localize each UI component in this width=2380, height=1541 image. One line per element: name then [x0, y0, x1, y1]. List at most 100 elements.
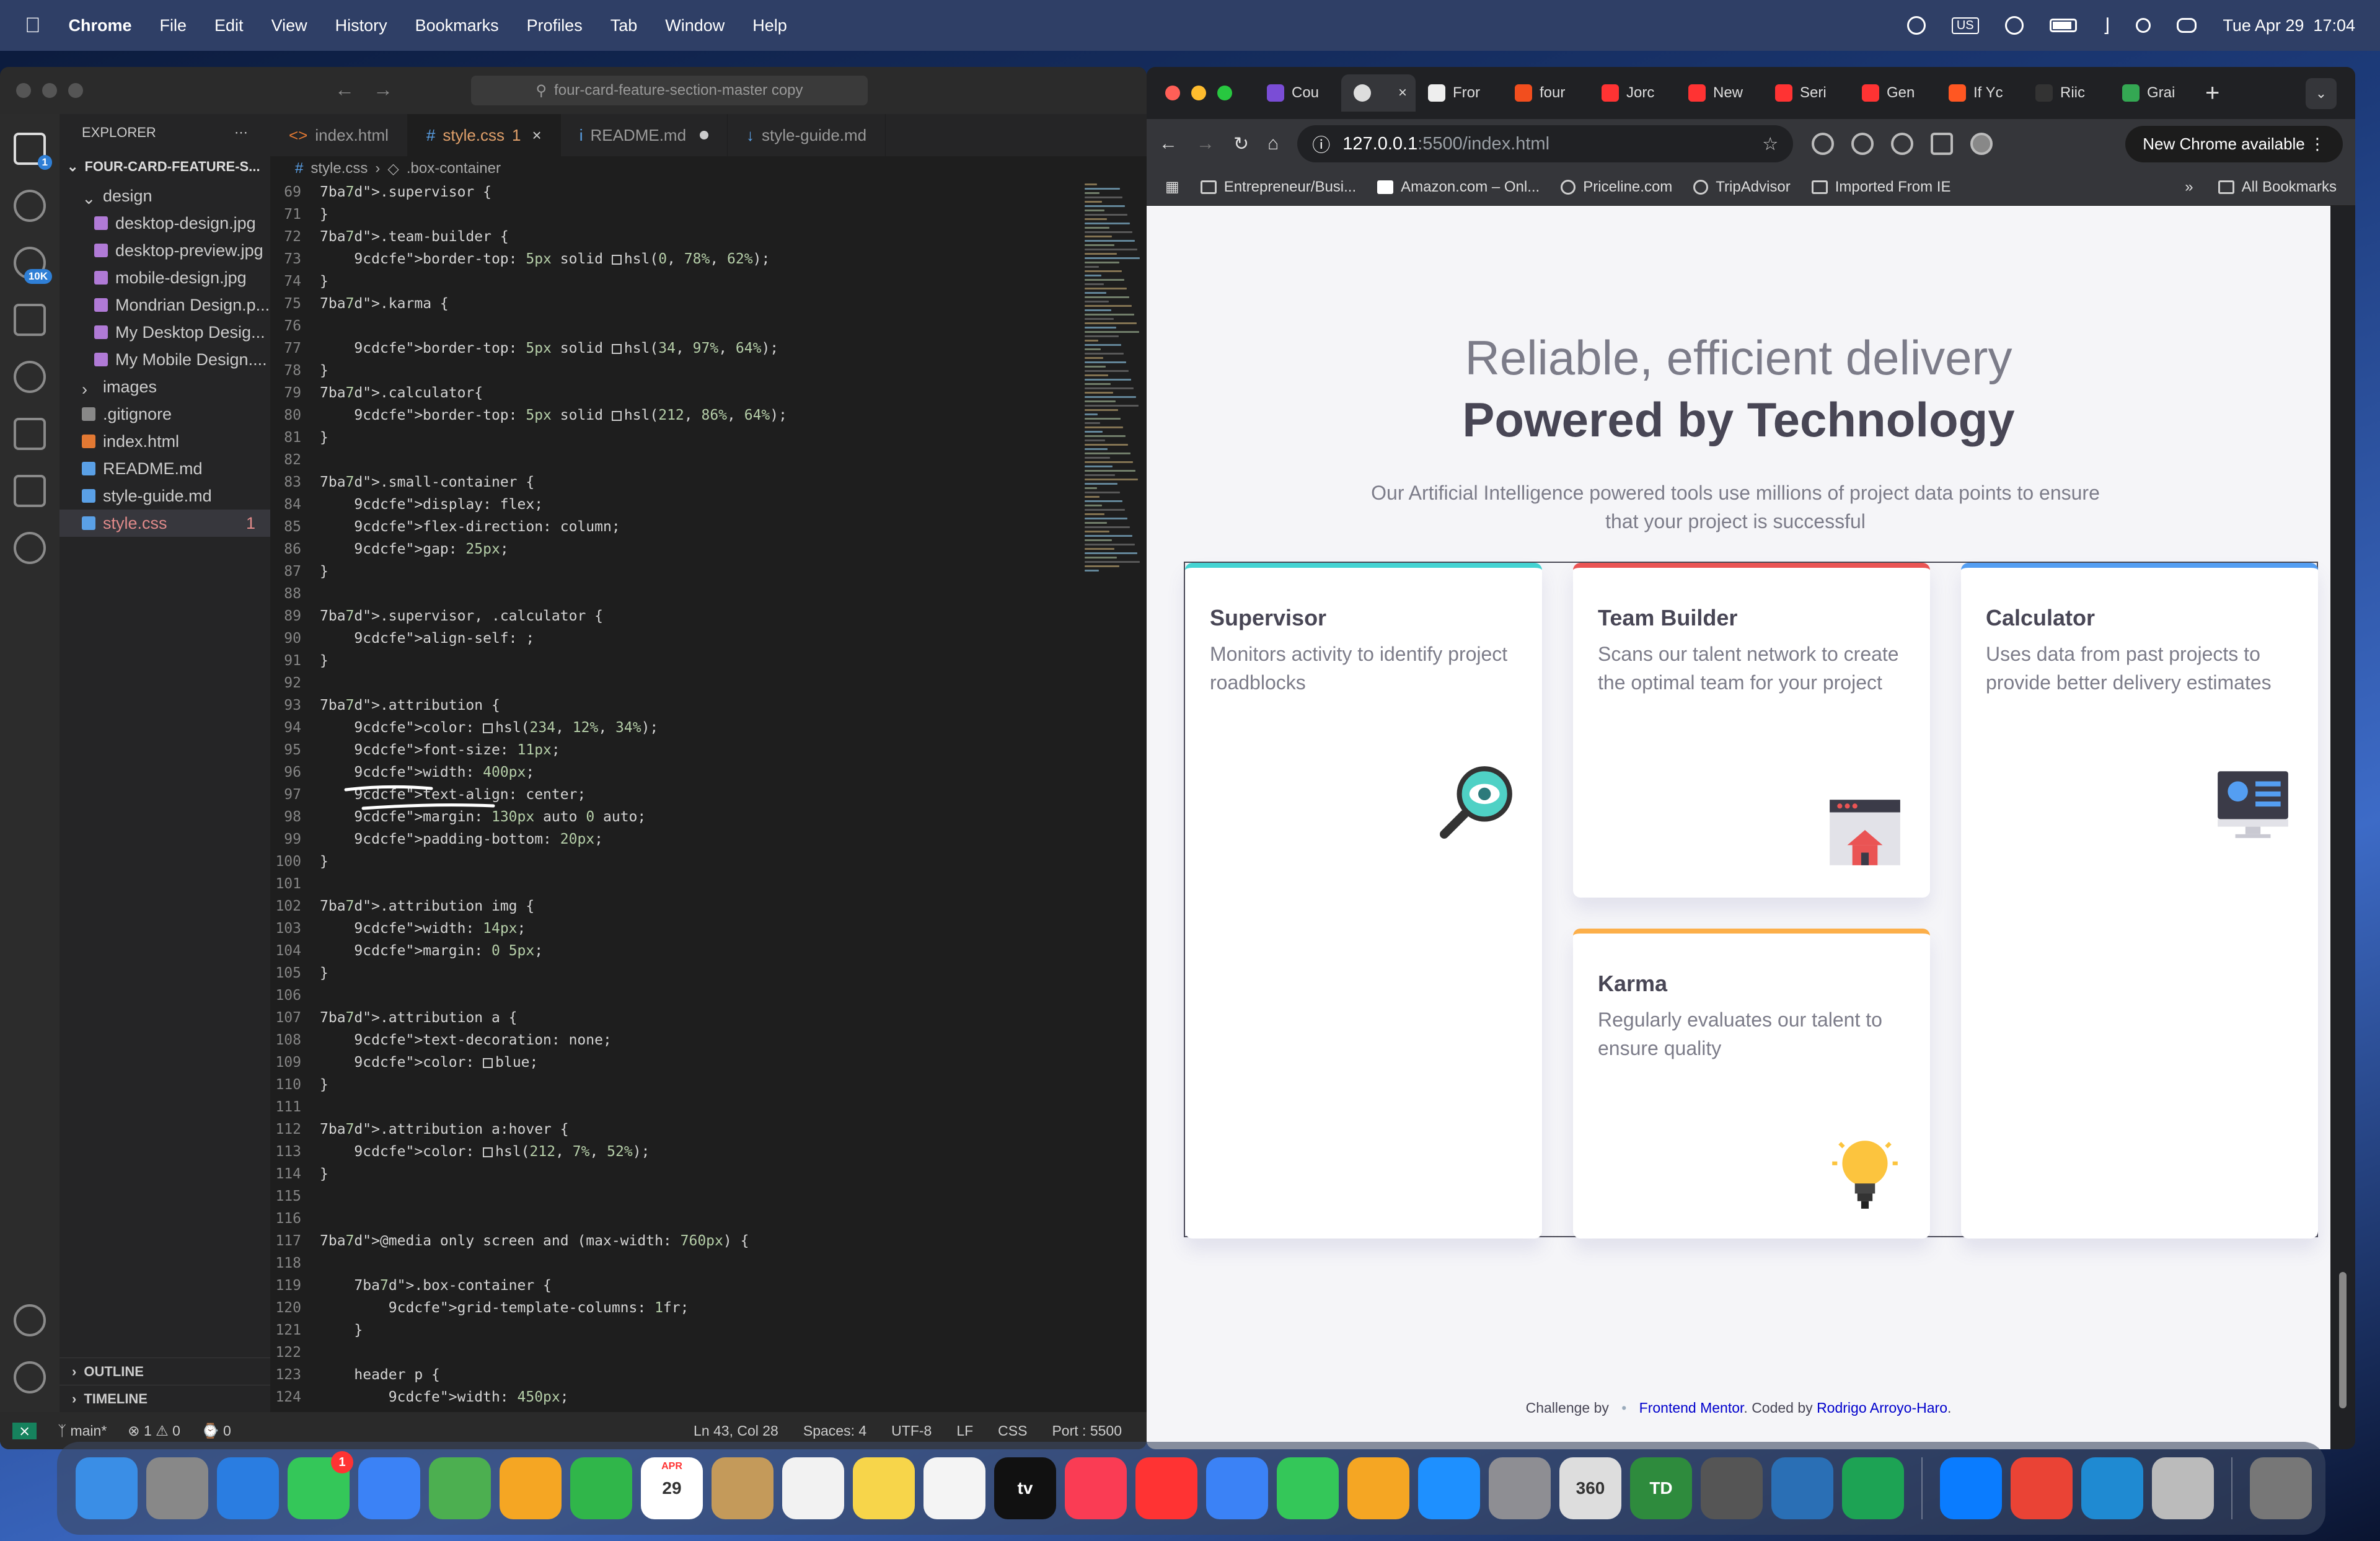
browser-tab[interactable]: Seri — [1763, 74, 1849, 112]
minimap[interactable] — [1085, 181, 1147, 652]
tree-item[interactable]: My Mobile Design.... — [60, 346, 270, 373]
cursor-position[interactable]: Ln 43, Col 28 — [694, 1423, 778, 1439]
remote-explorer-icon[interactable] — [14, 418, 46, 450]
browser-tab[interactable]: four — [1502, 74, 1589, 112]
browser-tab[interactable]: Fror — [1416, 74, 1502, 112]
search-icon[interactable] — [2136, 18, 2151, 33]
browser-tab[interactable]: × — [1341, 74, 1416, 112]
notes-app[interactable] — [853, 1457, 915, 1519]
profile-avatar[interactable] — [1970, 133, 1993, 155]
mail-app[interactable] — [358, 1457, 420, 1519]
apple-icon[interactable]:  — [25, 14, 41, 38]
menu-help[interactable]: Help — [752, 16, 787, 35]
puzzle-icon[interactable] — [1931, 133, 1954, 155]
tree-item[interactable]: style-guide.md — [60, 482, 270, 510]
new-tab-button[interactable]: + — [2205, 79, 2219, 107]
menu-view[interactable]: View — [271, 16, 307, 35]
tree-item[interactable]: ⌄ design — [60, 182, 270, 210]
tree-item[interactable]: desktop-preview.jpg — [60, 237, 270, 264]
tree-item[interactable]: › images — [60, 373, 270, 400]
apps-grid-icon[interactable]: ▦ — [1165, 178, 1179, 196]
home-icon[interactable]: ⌂ — [1267, 133, 1279, 154]
frontend-mentor-link[interactable]: Frontend Mentor — [1639, 1400, 1744, 1416]
bookmark-item[interactable]: Imported From IE — [1811, 179, 1950, 196]
explorer-icon[interactable]: 1 — [14, 133, 52, 170]
browser-tab[interactable]: Gen — [1849, 74, 1936, 112]
all-bookmarks-folder[interactable]: All Bookmarks — [2218, 179, 2337, 196]
browser-tab[interactable]: Jorc — [1589, 74, 1676, 112]
messages-app[interactable]: 1 — [288, 1451, 353, 1519]
menu-history[interactable]: History — [335, 16, 387, 35]
vscode-app[interactable] — [2081, 1457, 2143, 1519]
app-menu[interactable]: Chrome — [69, 16, 132, 35]
close-window-button[interactable] — [16, 83, 31, 98]
minimize-window-button[interactable] — [1191, 86, 1206, 100]
robinhood-app[interactable] — [1842, 1457, 1904, 1519]
command-center-search[interactable]: ⚲ four-card-feature-section-master copy — [471, 76, 868, 105]
back-arrow-icon[interactable]: ← — [1159, 133, 1178, 154]
editor-tab[interactable]: # style.css 1 × — [407, 114, 561, 156]
tree-item[interactable]: My Desktop Desig... — [60, 319, 270, 346]
branch-indicator[interactable]: ᛉ main* — [58, 1423, 107, 1439]
settings-app[interactable] — [1489, 1457, 1551, 1519]
project-folder[interactable]: ⌄ FOUR-CARD-FEATURE-S... — [60, 151, 270, 182]
browser-tab[interactable]: New — [1676, 74, 1763, 112]
zoom-window-button[interactable] — [1217, 86, 1232, 100]
indentation[interactable]: Spaces: 4 — [803, 1423, 866, 1439]
more-bookmarks-icon[interactable]: » — [2185, 179, 2193, 196]
numbers-app[interactable] — [1277, 1457, 1339, 1519]
menu-edit[interactable]: Edit — [214, 16, 244, 35]
scrollbar-thumb[interactable] — [2339, 1272, 2347, 1408]
tree-item[interactable]: mobile-design.jpg — [60, 264, 270, 291]
facetime-app[interactable] — [570, 1457, 632, 1519]
bookmark-item[interactable]: TripAdvisor — [1693, 179, 1791, 196]
cluster-app[interactable] — [1771, 1457, 1833, 1519]
menu-profiles[interactable]: Profiles — [527, 16, 583, 35]
trash-app[interactable] — [2250, 1457, 2312, 1519]
menu-file[interactable]: File — [160, 16, 187, 35]
forward-arrow-icon[interactable]: → — [373, 78, 393, 101]
encoding[interactable]: UTF-8 — [891, 1423, 932, 1439]
contacts-app[interactable] — [712, 1457, 774, 1519]
pages-app[interactable] — [1347, 1457, 1409, 1519]
chrome-app[interactable] — [2011, 1457, 2073, 1519]
tree-item[interactable]: README.md — [60, 455, 270, 482]
menu-tab[interactable]: Tab — [610, 16, 638, 35]
close-tab-icon[interactable]: × — [1398, 84, 1407, 102]
copilot-icon[interactable] — [14, 361, 46, 393]
live-server-port[interactable]: Port : 5500 — [1052, 1423, 1122, 1439]
breadcrumb-file[interactable]: style.css — [311, 160, 368, 177]
ports-indicator[interactable]: ⌚ 0 — [201, 1423, 231, 1439]
breadcrumb-symbol[interactable]: .box-container — [407, 160, 501, 177]
photos-app[interactable] — [500, 1457, 562, 1519]
bookmark-item[interactable]: Priceline.com — [1561, 179, 1672, 196]
tree-item[interactable]: desktop-design.jpg — [60, 210, 270, 237]
editor-tab[interactable]: <> index.html — [270, 114, 408, 156]
reload-icon[interactable]: ↻ — [1233, 133, 1249, 155]
tab-search-button[interactable]: ⌄ — [2306, 78, 2337, 109]
language-mode[interactable]: CSS — [998, 1423, 1027, 1439]
battery-icon[interactable] — [2049, 19, 2077, 32]
datetime[interactable]: Tue Apr 29 17:04 — [2223, 16, 2355, 35]
gear-icon[interactable] — [14, 1361, 46, 1393]
360-training-app[interactable]: 360 — [1559, 1457, 1621, 1519]
new-chrome-available-button[interactable]: New Chrome available ⋮ — [2125, 125, 2343, 162]
extension-icon[interactable] — [1812, 133, 1835, 155]
editor-tab[interactable]: i README.md — [561, 114, 728, 156]
address-bar[interactable]: ⓘ 127.0.0.1:5500/index.html ☆ — [1297, 125, 1794, 162]
browser-tab[interactable]: Cou — [1254, 74, 1341, 112]
safari-app[interactable] — [217, 1457, 279, 1519]
input-source-badge[interactable]: US — [1951, 17, 1979, 34]
author-link[interactable]: Rodrigo Arroyo-Haro — [1817, 1400, 1947, 1416]
bookmark-item[interactable]: Entrepreneur/Busi... — [1200, 179, 1356, 196]
iphone-mirroring-app[interactable] — [1701, 1457, 1763, 1519]
appletv-app[interactable]: tv — [994, 1457, 1056, 1519]
back-arrow-icon[interactable]: ← — [335, 78, 355, 101]
page-scrollbar[interactable] — [2330, 206, 2355, 1449]
music-app[interactable] — [1065, 1457, 1127, 1519]
site-info-icon[interactable]: ⓘ — [1312, 131, 1330, 157]
menu-window[interactable]: Window — [665, 16, 725, 35]
tree-item[interactable]: index.html — [60, 428, 270, 455]
unsaved-dot-icon[interactable] — [700, 131, 709, 139]
bookmark-star-icon[interactable]: ☆ — [1762, 133, 1778, 155]
